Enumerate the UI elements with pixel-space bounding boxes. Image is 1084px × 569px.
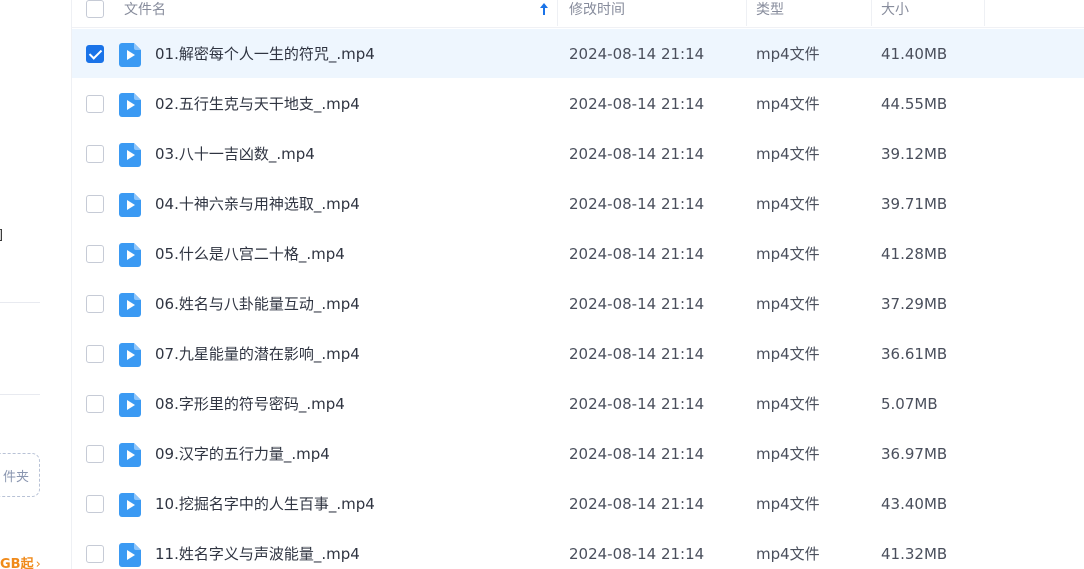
file-row[interactable]: 05.什么是八宫二十格_.mp4 2024-08-14 21:14 mp4文件 41.… (72, 229, 1084, 279)
file-modified-time: 2024-08-14 21:14 (569, 545, 705, 563)
file-type: mp4文件 (756, 395, 820, 413)
column-header-name[interactable]: 文件名 (124, 0, 166, 26)
file-modified-time: 2024-08-14 21:14 (569, 195, 705, 213)
file-modified-time: 2024-08-14 21:14 (569, 345, 705, 363)
row-checkbox[interactable] (86, 95, 104, 113)
file-size: 5.07MB (881, 395, 938, 413)
file-type: mp4文件 (756, 345, 820, 363)
video-file-icon (119, 543, 141, 567)
row-checkbox[interactable] (86, 245, 104, 263)
file-size: 43.40MB (881, 495, 948, 513)
new-folder-button[interactable]: 件夹 (0, 453, 40, 497)
file-modified-time: 2024-08-14 21:14 (569, 395, 705, 413)
file-row[interactable]: 03.八十一吉凶数_.mp4 2024-08-14 21:14 mp4文件 39.12… (72, 129, 1084, 179)
row-checkbox[interactable] (86, 345, 104, 363)
file-row[interactable]: 06.姓名与八卦能量互动_.mp4 2024-08-14 21:14 mp4文件 37… (72, 279, 1084, 329)
file-name[interactable]: 04.十神六亲与用神选取_.mp4 (155, 179, 360, 229)
row-checkbox[interactable] (86, 295, 104, 313)
file-modified-time: 2024-08-14 21:14 (569, 495, 705, 513)
file-modified-time: 2024-08-14 21:14 (569, 95, 705, 113)
row-checkbox[interactable] (86, 195, 104, 213)
arrow-up-icon[interactable] (539, 2, 549, 16)
file-name[interactable]: 07.九星能量的潜在影响_.mp4 (155, 329, 360, 379)
file-type: mp4文件 (756, 145, 820, 163)
column-separator[interactable] (871, 0, 872, 26)
row-checkbox[interactable] (86, 545, 104, 563)
row-checkbox[interactable] (86, 145, 104, 163)
row-checkbox[interactable] (86, 45, 104, 63)
file-row[interactable]: 02.五行生克与天干地支_.mp4 2024-08-14 21:14 mp4文件 44… (72, 79, 1084, 129)
file-row[interactable]: 07.九星能量的潜在影响_.mp4 2024-08-14 21:14 mp4文件 36… (72, 329, 1084, 379)
chevron-right-icon: › (35, 557, 41, 569)
file-row[interactable]: 01.解密每个人一生的符咒_.mp4 2024-08-14 21:14 mp4文件 4… (72, 29, 1084, 78)
file-size: 44.55MB (881, 95, 948, 113)
video-file-icon (119, 443, 141, 467)
file-row[interactable]: 04.十神六亲与用神选取_.mp4 2024-08-14 21:14 mp4文件 39… (72, 179, 1084, 229)
new-folder-label: 件夹 (2, 469, 29, 485)
sidebar: ] 件夹 GB起› (0, 0, 72, 569)
video-file-icon (119, 243, 141, 267)
file-size: 41.28MB (881, 245, 948, 263)
file-row[interactable]: 08.字形里的符号密码_.mp4 2024-08-14 21:14 mp4文件 5.0… (72, 379, 1084, 429)
file-name[interactable]: 03.八十一吉凶数_.mp4 (155, 129, 315, 179)
file-size: 36.97MB (881, 445, 948, 463)
column-separator[interactable] (557, 0, 558, 26)
file-modified-time: 2024-08-14 21:14 (569, 245, 705, 263)
video-file-icon (119, 293, 141, 317)
file-name[interactable]: 08.字形里的符号密码_.mp4 (155, 379, 345, 429)
column-header-modified[interactable]: 修改时间 (569, 0, 625, 26)
sidebar-divider (0, 302, 40, 303)
row-checkbox[interactable] (86, 445, 104, 463)
file-modified-time: 2024-08-14 21:14 (569, 445, 705, 463)
file-type: mp4文件 (756, 495, 820, 513)
file-row[interactable]: 11.姓名字义与声波能量_.mp4 2024-08-14 21:14 mp4文件 41… (72, 529, 1084, 569)
video-file-icon (119, 493, 141, 517)
file-modified-time: 2024-08-14 21:14 (569, 295, 705, 313)
row-checkbox[interactable] (86, 395, 104, 413)
file-name[interactable]: 01.解密每个人一生的符咒_.mp4 (155, 29, 375, 79)
row-checkbox[interactable] (86, 495, 104, 513)
table-header: 文件名 修改时间 类型 大小 (72, 0, 1084, 28)
column-separator[interactable] (984, 0, 985, 26)
select-all-checkbox[interactable] (86, 0, 104, 18)
file-modified-time: 2024-08-14 21:14 (569, 45, 705, 63)
sidebar-divider (0, 394, 40, 395)
column-header-type[interactable]: 类型 (756, 0, 784, 26)
file-name[interactable]: 05.什么是八宫二十格_.mp4 (155, 229, 345, 279)
video-file-icon (119, 193, 141, 217)
video-file-icon (119, 43, 141, 67)
storage-promo-link[interactable]: GB起 › (0, 553, 41, 569)
file-type: mp4文件 (756, 95, 820, 113)
file-name[interactable]: 06.姓名与八卦能量互动_.mp4 (155, 279, 360, 329)
file-type: mp4文件 (756, 245, 820, 263)
sidebar-text-fragment: ] (0, 228, 3, 243)
file-modified-time: 2024-08-14 21:14 (569, 145, 705, 163)
file-type: mp4文件 (756, 445, 820, 463)
file-size: 39.12MB (881, 145, 948, 163)
file-type: mp4文件 (756, 545, 820, 563)
video-file-icon (119, 393, 141, 417)
file-name[interactable]: 02.五行生克与天干地支_.mp4 (155, 79, 360, 129)
file-name[interactable]: 11.姓名字义与声波能量_.mp4 (155, 529, 360, 569)
file-row[interactable]: 09.汉字的五行力量_.mp4 2024-08-14 21:14 mp4文件 36.9… (72, 429, 1084, 479)
video-file-icon (119, 143, 141, 167)
column-separator[interactable] (746, 0, 747, 26)
file-row[interactable]: 10.挖掘名字中的人生百事_.mp4 2024-08-14 21:14 mp4文件 4… (72, 479, 1084, 529)
file-name[interactable]: 09.汉字的五行力量_.mp4 (155, 429, 330, 479)
file-type: mp4文件 (756, 195, 820, 213)
file-size: 37.29MB (881, 295, 948, 313)
file-name[interactable]: 10.挖掘名字中的人生百事_.mp4 (155, 479, 375, 529)
file-size: 41.32MB (881, 545, 948, 563)
storage-promo-label: GB起 (0, 557, 34, 569)
file-size: 36.61MB (881, 345, 948, 363)
file-type: mp4文件 (756, 45, 820, 63)
file-type: mp4文件 (756, 295, 820, 313)
file-size: 39.71MB (881, 195, 948, 213)
video-file-icon (119, 343, 141, 367)
column-header-size[interactable]: 大小 (881, 0, 909, 26)
file-size: 41.40MB (881, 45, 948, 63)
video-file-icon (119, 93, 141, 117)
